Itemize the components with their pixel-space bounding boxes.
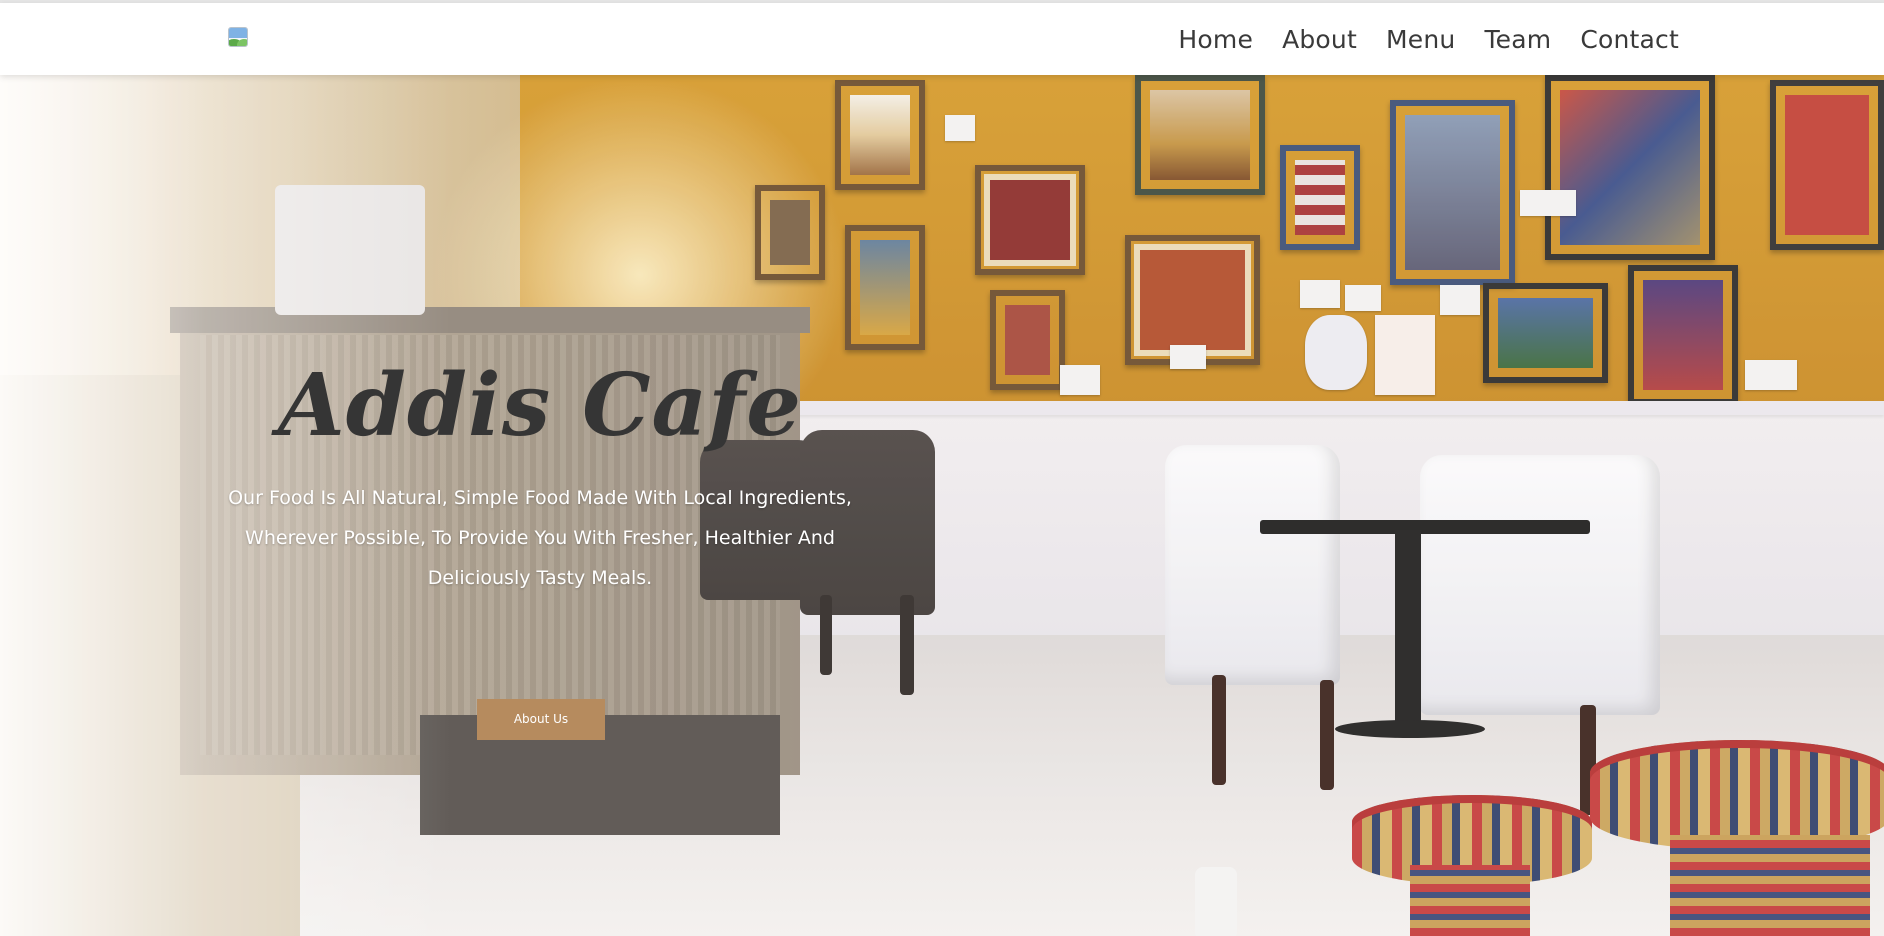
nav-item-contact[interactable]: Contact bbox=[1580, 21, 1679, 59]
hero-subtitle: Our Food Is All Natural, Simple Food Mad… bbox=[228, 487, 852, 589]
broken-image-icon[interactable] bbox=[228, 27, 248, 47]
nav-item-home[interactable]: Home bbox=[1178, 21, 1253, 59]
nav-item-team[interactable]: Team bbox=[1484, 21, 1551, 59]
hero-title: Addis Cafe bbox=[278, 355, 802, 456]
hero-section: Addis Cafe Our Food Is All Natural, Simp… bbox=[0, 75, 1884, 936]
main-nav: Home About Menu Team Contact bbox=[1178, 21, 1679, 59]
navbar: Home About Menu Team Contact bbox=[0, 3, 1884, 75]
about-us-button[interactable]: About Us bbox=[477, 699, 605, 740]
nav-item-menu[interactable]: Menu bbox=[1386, 21, 1455, 59]
nav-item-about[interactable]: About bbox=[1282, 21, 1357, 59]
